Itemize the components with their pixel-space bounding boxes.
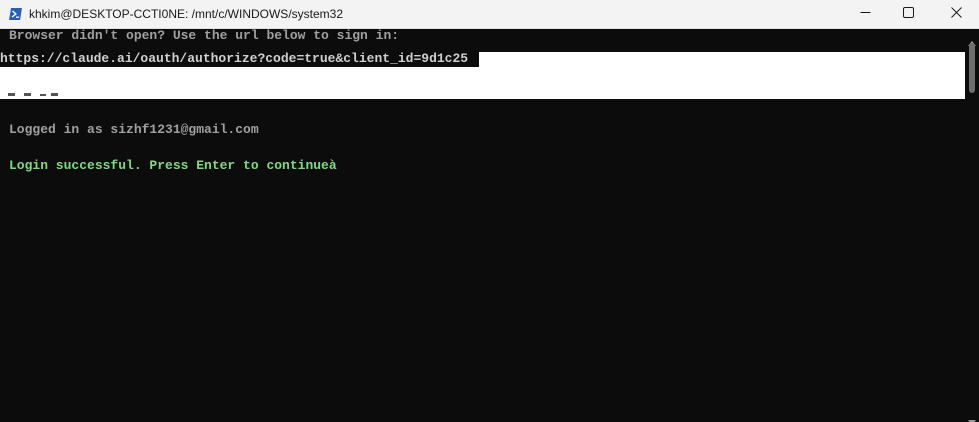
logged-in-line: Logged in as sizhf1231@gmail.com: [9, 122, 259, 137]
scroll-down-arrow-icon[interactable]: [968, 412, 976, 422]
clipped-text-fragment: [8, 93, 58, 96]
selection-highlight[interactable]: https://claude.ai/oauth/authorize?code=t…: [0, 51, 965, 99]
close-button[interactable]: [933, 0, 979, 28]
minimize-button[interactable]: [842, 0, 888, 28]
terminal-window: khkim@DESKTOP-CCTI0NE: /mnt/c/WINDOWS/sy…: [0, 0, 979, 422]
scroll-thumb[interactable]: [969, 43, 975, 93]
url-row: https://claude.ai/oauth/authorize?code=t…: [0, 51, 479, 67]
terminal-output[interactable]: Browser didn't open? Use the url below t…: [0, 28, 965, 422]
title-bar[interactable]: khkim@DESKTOP-CCTI0NE: /mnt/c/WINDOWS/sy…: [0, 0, 979, 29]
maximize-icon: [902, 5, 914, 23]
auth-url-line[interactable]: https://claude.ai/oauth/authorize?code=t…: [0, 51, 468, 67]
window-title: khkim@DESKTOP-CCTI0NE: /mnt/c/WINDOWS/sy…: [29, 7, 343, 21]
close-icon: [950, 5, 962, 23]
browser-prompt-line: Browser didn't open? Use the url below t…: [9, 28, 400, 43]
vertical-scrollbar[interactable]: [965, 29, 979, 422]
minimize-icon: [860, 5, 871, 23]
powershell-icon: [8, 7, 23, 21]
maximize-button[interactable]: [885, 0, 931, 28]
login-success-line: Login successful. Press Enter to continu…: [9, 158, 337, 173]
